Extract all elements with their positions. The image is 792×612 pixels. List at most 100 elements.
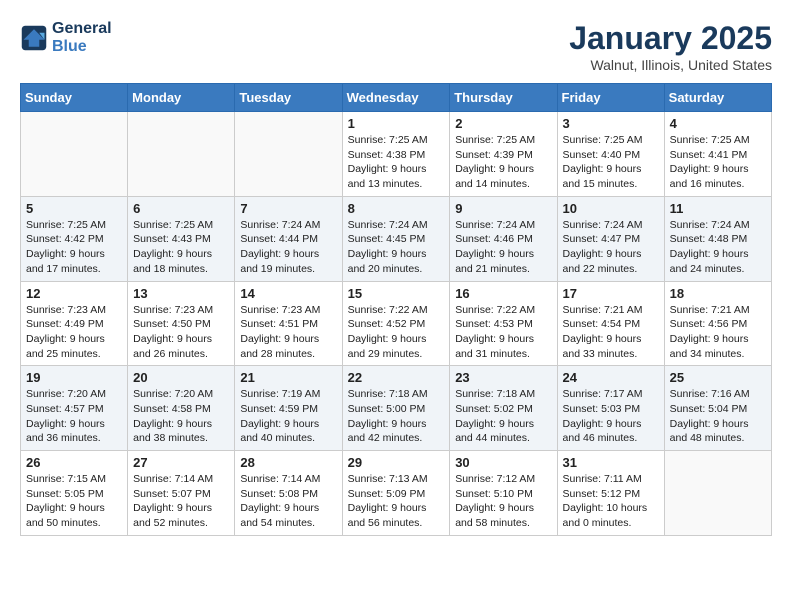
day-number: 10: [563, 201, 659, 216]
day-info: Sunrise: 7:22 AM Sunset: 4:52 PM Dayligh…: [348, 303, 445, 362]
weekday-header-wednesday: Wednesday: [342, 84, 450, 112]
page-header: General Blue January 2025 Walnut, Illino…: [20, 20, 772, 73]
calendar-cell: 12Sunrise: 7:23 AM Sunset: 4:49 PM Dayli…: [21, 281, 128, 366]
weekday-header-friday: Friday: [557, 84, 664, 112]
calendar-cell: 7 Sunrise: 7:24 AM Sunset: 4:44 PM Daylig…: [235, 196, 342, 281]
weekday-header-saturday: Saturday: [664, 84, 771, 112]
calendar-table: SundayMondayTuesdayWednesdayThursdayFrid…: [20, 83, 772, 536]
title-area: January 2025 Walnut, Illinois, United St…: [569, 20, 772, 73]
month-title: January 2025: [569, 20, 772, 57]
calendar-cell: 1 Sunrise: 7:25 AM Sunset: 4:38 PM Daylig…: [342, 112, 450, 197]
day-info: Sunrise: 7:24 AM Sunset: 4:44 PM Dayligh…: [240, 218, 336, 277]
weekday-header-row: SundayMondayTuesdayWednesdayThursdayFrid…: [21, 84, 772, 112]
weekday-header-sunday: Sunday: [21, 84, 128, 112]
calendar-cell: 15 Sunrise: 7:22 AM Sunset: 4:52 PM Dayli…: [342, 281, 450, 366]
calendar-week-3: 12Sunrise: 7:23 AM Sunset: 4:49 PM Dayli…: [21, 281, 772, 366]
calendar-cell: 27Sunrise: 7:14 AM Sunset: 5:07 PM Dayli…: [128, 451, 235, 536]
logo-text: General Blue: [52, 20, 112, 56]
calendar-week-5: 26 Sunrise: 7:15 AM Sunset: 5:05 PM Dayli…: [21, 451, 772, 536]
calendar-week-2: 5Sunrise: 7:25 AM Sunset: 4:42 PM Daylig…: [21, 196, 772, 281]
calendar-cell: [128, 112, 235, 197]
day-info: Sunrise: 7:24 AM Sunset: 4:48 PM Dayligh…: [670, 218, 766, 277]
calendar-cell: 16 Sunrise: 7:22 AM Sunset: 4:53 PM Dayli…: [450, 281, 557, 366]
calendar-week-1: 1 Sunrise: 7:25 AM Sunset: 4:38 PM Daylig…: [21, 112, 772, 197]
calendar-cell: 3 Sunrise: 7:25 AM Sunset: 4:40 PM Daylig…: [557, 112, 664, 197]
day-number: 19: [26, 370, 122, 385]
calendar-cell: 2 Sunrise: 7:25 AM Sunset: 4:39 PM Daylig…: [450, 112, 557, 197]
day-info: Sunrise: 7:17 AM Sunset: 5:03 PM Dayligh…: [563, 387, 659, 446]
calendar-cell: 20 Sunrise: 7:20 AM Sunset: 4:58 PM Dayli…: [128, 366, 235, 451]
calendar-cell: 31 Sunrise: 7:11 AM Sunset: 5:12 PM Dayli…: [557, 451, 664, 536]
location-title: Walnut, Illinois, United States: [569, 57, 772, 73]
day-number: 26: [26, 455, 122, 470]
calendar-cell: 21Sunrise: 7:19 AM Sunset: 4:59 PM Dayli…: [235, 366, 342, 451]
day-number: 28: [240, 455, 336, 470]
calendar-cell: 24 Sunrise: 7:17 AM Sunset: 5:03 PM Dayli…: [557, 366, 664, 451]
day-number: 24: [563, 370, 659, 385]
day-number: 20: [133, 370, 229, 385]
day-info: Sunrise: 7:16 AM Sunset: 5:04 PM Dayligh…: [670, 387, 766, 446]
day-info: Sunrise: 7:23 AM Sunset: 4:51 PM Dayligh…: [240, 303, 336, 362]
calendar-cell: [21, 112, 128, 197]
day-info: Sunrise: 7:25 AM Sunset: 4:39 PM Dayligh…: [455, 133, 551, 192]
day-number: 18: [670, 286, 766, 301]
day-info: Sunrise: 7:11 AM Sunset: 5:12 PM Dayligh…: [563, 472, 659, 531]
calendar-cell: 10 Sunrise: 7:24 AM Sunset: 4:47 PM Dayli…: [557, 196, 664, 281]
day-number: 13: [133, 286, 229, 301]
calendar-body: 1 Sunrise: 7:25 AM Sunset: 4:38 PM Daylig…: [21, 112, 772, 536]
day-number: 22: [348, 370, 445, 385]
day-info: Sunrise: 7:24 AM Sunset: 4:46 PM Dayligh…: [455, 218, 551, 277]
day-number: 9: [455, 201, 551, 216]
day-info: Sunrise: 7:25 AM Sunset: 4:38 PM Dayligh…: [348, 133, 445, 192]
calendar-cell: 5Sunrise: 7:25 AM Sunset: 4:42 PM Daylig…: [21, 196, 128, 281]
day-number: 25: [670, 370, 766, 385]
calendar-cell: 29 Sunrise: 7:13 AM Sunset: 5:09 PM Dayli…: [342, 451, 450, 536]
day-number: 6: [133, 201, 229, 216]
day-number: 31: [563, 455, 659, 470]
day-number: 29: [348, 455, 445, 470]
day-number: 2: [455, 116, 551, 131]
day-info: Sunrise: 7:21 AM Sunset: 4:54 PM Dayligh…: [563, 303, 659, 362]
calendar-week-4: 19 Sunrise: 7:20 AM Sunset: 4:57 PM Dayli…: [21, 366, 772, 451]
calendar-cell: 14Sunrise: 7:23 AM Sunset: 4:51 PM Dayli…: [235, 281, 342, 366]
calendar-cell: 13Sunrise: 7:23 AM Sunset: 4:50 PM Dayli…: [128, 281, 235, 366]
weekday-header-tuesday: Tuesday: [235, 84, 342, 112]
calendar-cell: 4Sunrise: 7:25 AM Sunset: 4:41 PM Daylig…: [664, 112, 771, 197]
calendar-cell: 30Sunrise: 7:12 AM Sunset: 5:10 PM Dayli…: [450, 451, 557, 536]
day-info: Sunrise: 7:24 AM Sunset: 4:45 PM Dayligh…: [348, 218, 445, 277]
day-info: Sunrise: 7:13 AM Sunset: 5:09 PM Dayligh…: [348, 472, 445, 531]
logo: General Blue: [20, 20, 112, 56]
day-info: Sunrise: 7:20 AM Sunset: 4:58 PM Dayligh…: [133, 387, 229, 446]
calendar-cell: 23Sunrise: 7:18 AM Sunset: 5:02 PM Dayli…: [450, 366, 557, 451]
calendar-cell: 25 Sunrise: 7:16 AM Sunset: 5:04 PM Dayli…: [664, 366, 771, 451]
weekday-header-thursday: Thursday: [450, 84, 557, 112]
calendar-cell: 9 Sunrise: 7:24 AM Sunset: 4:46 PM Daylig…: [450, 196, 557, 281]
day-info: Sunrise: 7:15 AM Sunset: 5:05 PM Dayligh…: [26, 472, 122, 531]
day-number: 3: [563, 116, 659, 131]
day-info: Sunrise: 7:18 AM Sunset: 5:00 PM Dayligh…: [348, 387, 445, 446]
day-number: 8: [348, 201, 445, 216]
day-info: Sunrise: 7:24 AM Sunset: 4:47 PM Dayligh…: [563, 218, 659, 277]
day-number: 7: [240, 201, 336, 216]
day-info: Sunrise: 7:12 AM Sunset: 5:10 PM Dayligh…: [455, 472, 551, 531]
weekday-header-monday: Monday: [128, 84, 235, 112]
day-info: Sunrise: 7:25 AM Sunset: 4:40 PM Dayligh…: [563, 133, 659, 192]
day-number: 15: [348, 286, 445, 301]
calendar-cell: [235, 112, 342, 197]
calendar-cell: 28Sunrise: 7:14 AM Sunset: 5:08 PM Dayli…: [235, 451, 342, 536]
day-info: Sunrise: 7:21 AM Sunset: 4:56 PM Dayligh…: [670, 303, 766, 362]
calendar-cell: 6 Sunrise: 7:25 AM Sunset: 4:43 PM Daylig…: [128, 196, 235, 281]
day-number: 5: [26, 201, 122, 216]
calendar-cell: [664, 451, 771, 536]
day-number: 17: [563, 286, 659, 301]
day-info: Sunrise: 7:20 AM Sunset: 4:57 PM Dayligh…: [26, 387, 122, 446]
day-info: Sunrise: 7:18 AM Sunset: 5:02 PM Dayligh…: [455, 387, 551, 446]
day-info: Sunrise: 7:25 AM Sunset: 4:43 PM Dayligh…: [133, 218, 229, 277]
day-number: 16: [455, 286, 551, 301]
day-number: 1: [348, 116, 445, 131]
day-number: 4: [670, 116, 766, 131]
calendar-cell: 11Sunrise: 7:24 AM Sunset: 4:48 PM Dayli…: [664, 196, 771, 281]
calendar-cell: 18 Sunrise: 7:21 AM Sunset: 4:56 PM Dayli…: [664, 281, 771, 366]
day-info: Sunrise: 7:22 AM Sunset: 4:53 PM Dayligh…: [455, 303, 551, 362]
calendar-cell: 17 Sunrise: 7:21 AM Sunset: 4:54 PM Dayli…: [557, 281, 664, 366]
